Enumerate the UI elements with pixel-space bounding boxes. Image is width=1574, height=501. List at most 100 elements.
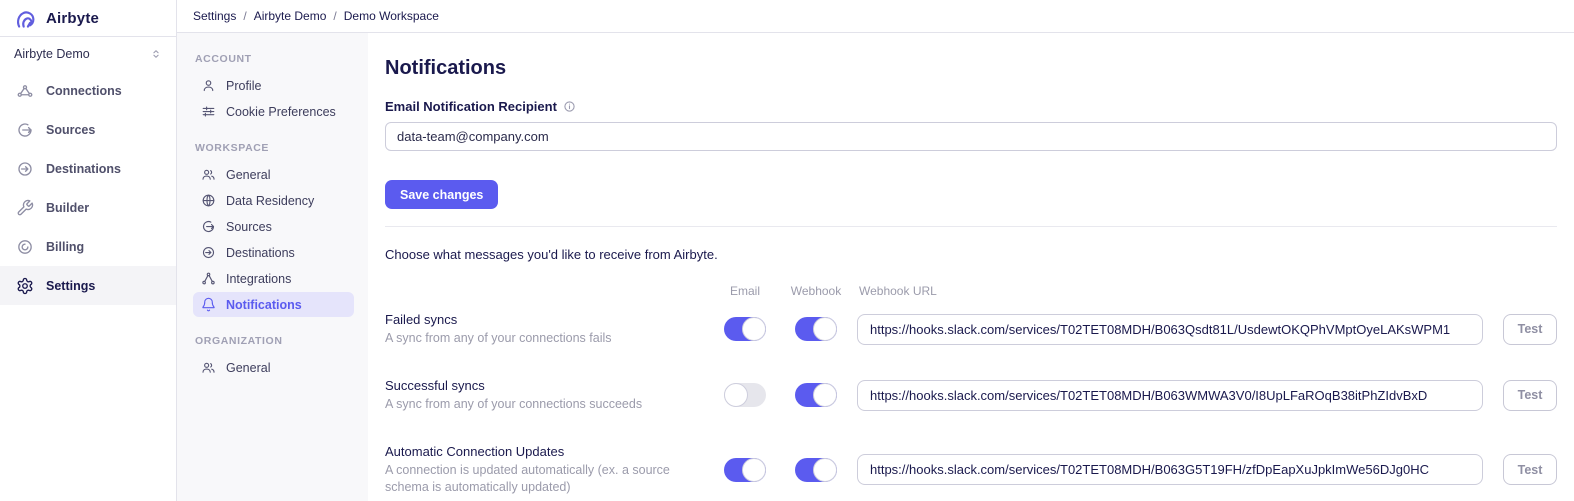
email-toggle[interactable] [724,317,766,341]
row-description: A sync from any of your connections fail… [385,330,707,347]
notifications-table: Email Webhook Webhook URL Failed syncs A… [385,284,1557,496]
settings-nav-label: Destinations [226,246,295,260]
source-icon [201,219,216,234]
main-sidebar: Airbyte Airbyte Demo Connections [0,0,177,501]
row-description: A sync from any of your connections succ… [385,396,707,413]
email-toggle[interactable] [724,383,766,407]
settings-section-workspace: WORKSPACE General [193,142,354,317]
topbar: Settings / Airbyte Demo / Demo Workspace [177,0,1574,33]
webhook-url-column-header: Webhook URL [857,284,1483,298]
notification-row-successful-syncs: Successful syncs A sync from any of your… [385,378,1557,413]
settings-nav-item-cookie-preferences[interactable]: Cookie Preferences [193,99,354,124]
settings-nav-item-org-general[interactable]: General [193,355,354,380]
brand-name: Airbyte [46,10,99,27]
email-column-header: Email [715,284,775,298]
test-button[interactable]: Test [1503,380,1557,411]
settings-nav-label: Cookie Preferences [226,105,336,119]
settings-nav-label: General [226,168,270,182]
settings-nav-item-destinations[interactable]: Destinations [193,240,354,265]
email-recipient-input[interactable] [385,122,1557,151]
workspace-selector[interactable]: Airbyte Demo [0,37,176,71]
logo[interactable]: Airbyte [0,0,176,37]
settings-section-account: ACCOUNT Profile [193,53,354,124]
settings-nav-item-notifications[interactable]: Notifications [193,292,354,317]
settings-nav: ACCOUNT Profile [177,33,368,501]
test-button[interactable]: Test [1503,454,1557,485]
webhook-toggle[interactable] [795,458,837,482]
save-changes-button[interactable]: Save changes [385,180,498,209]
webhook-toggle[interactable] [795,317,837,341]
sidebar-item-connections[interactable]: Connections [0,71,176,110]
sidebar-item-destinations[interactable]: Destinations [0,149,176,188]
gear-icon [16,277,34,295]
coin-icon [16,238,34,256]
sidebar-item-sources[interactable]: Sources [0,110,176,149]
settings-nav-label: Notifications [226,298,302,312]
toggle-knob [742,317,766,341]
notifications-description: Choose what messages you'd like to recei… [385,247,1557,262]
source-icon [16,121,34,139]
row-description: A connection is updated automatically (e… [385,462,707,496]
settings-nav-item-data-residency[interactable]: Data Residency [193,188,354,213]
email-recipient-label: Email Notification Recipient [385,99,557,114]
webhook-url-input[interactable] [857,454,1483,485]
settings-nav-label: Integrations [226,272,291,286]
settings-nav-label: Profile [226,79,261,93]
app-root: Airbyte Airbyte Demo Connections [0,0,1574,501]
sidebar-item-label: Settings [46,279,95,293]
info-icon[interactable] [563,100,576,113]
breadcrumb-workspace[interactable]: Demo Workspace [344,9,439,23]
sidebar-item-label: Connections [46,84,122,98]
sidebar-item-label: Sources [46,123,95,137]
breadcrumb-separator: / [243,9,246,23]
row-title: Automatic Connection Updates [385,444,707,459]
settings-nav-item-sources[interactable]: Sources [193,214,354,239]
breadcrumb-separator: / [333,9,336,23]
webhook-url-input[interactable] [857,314,1483,345]
section-title: ACCOUNT [193,53,354,65]
right-column: Settings / Airbyte Demo / Demo Workspace… [177,0,1574,501]
destination-icon [201,245,216,260]
user-icon [201,78,216,93]
toggle-knob [813,458,837,482]
toggle-knob [742,458,766,482]
breadcrumb-organization[interactable]: Airbyte Demo [254,9,327,23]
row-title: Successful syncs [385,378,707,393]
divider [385,226,1557,227]
test-button[interactable]: Test [1503,314,1557,345]
toggle-knob [724,383,748,407]
integrations-icon [201,271,216,286]
workspace-name: Airbyte Demo [14,47,90,61]
settings-nav-label: Sources [226,220,272,234]
row-title: Failed syncs [385,312,707,327]
toggle-knob [813,383,837,407]
webhook-toggle[interactable] [795,383,837,407]
sidebar-item-label: Destinations [46,162,121,176]
webhook-url-input[interactable] [857,380,1483,411]
sidebar-item-billing[interactable]: Billing [0,227,176,266]
settings-nav-label: General [226,361,270,375]
chevrons-up-down-icon [150,48,162,60]
users-icon [201,167,216,182]
settings-nav-item-general[interactable]: General [193,162,354,187]
main-content: Notifications Email Notification Recipie… [368,33,1574,501]
connections-icon [16,82,34,100]
sidebar-item-label: Builder [46,201,89,215]
sidebar-item-builder[interactable]: Builder [0,188,176,227]
email-toggle[interactable] [724,458,766,482]
breadcrumb-settings[interactable]: Settings [193,9,236,23]
sliders-icon [201,104,216,119]
notification-row-automatic-connection-updates: Automatic Connection Updates A connectio… [385,444,1557,496]
settings-nav-label: Data Residency [226,194,314,208]
notification-row-failed-syncs: Failed syncs A sync from any of your con… [385,312,1557,347]
section-title: ORGANIZATION [193,335,354,347]
page-title: Notifications [385,57,1557,80]
section-title: WORKSPACE [193,142,354,154]
toggle-knob [813,317,837,341]
users-icon [201,360,216,375]
settings-nav-item-profile[interactable]: Profile [193,73,354,98]
main-nav: Connections Sources Destinations [0,71,176,305]
sidebar-item-settings[interactable]: Settings [0,266,176,305]
sidebar-item-label: Billing [46,240,84,254]
settings-nav-item-integrations[interactable]: Integrations [193,266,354,291]
